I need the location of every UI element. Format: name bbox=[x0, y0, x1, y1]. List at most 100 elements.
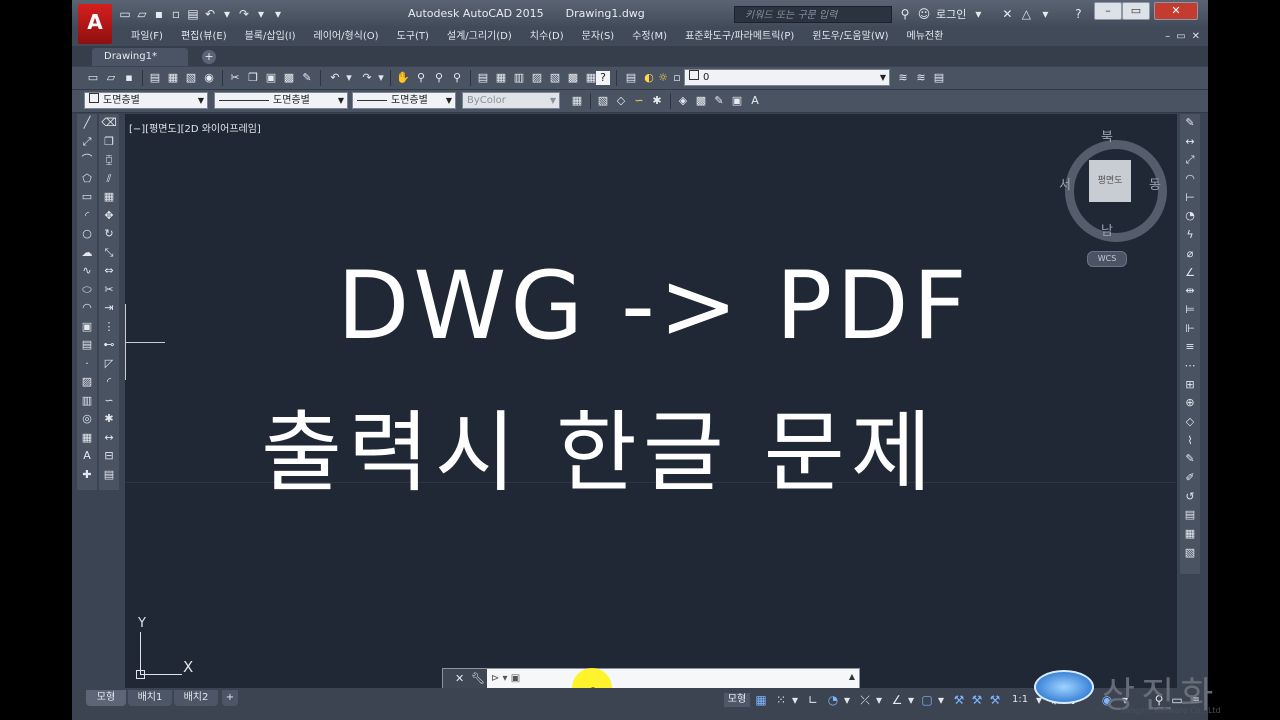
linetype-dropdown[interactable]: 도면층별 ▼ bbox=[214, 92, 348, 109]
annotation-scale-value[interactable]: 1:1 bbox=[1012, 692, 1028, 708]
wcs-menu[interactable]: WCS bbox=[1087, 251, 1127, 267]
hatch-icon[interactable]: ▨ bbox=[77, 373, 97, 392]
dropdown-icon[interactable]: ▾ bbox=[934, 692, 948, 708]
trim-icon[interactable]: ✂ bbox=[99, 281, 119, 300]
make-block-icon[interactable]: ▤ bbox=[77, 336, 97, 355]
make-current-layer-icon[interactable]: ≋ bbox=[896, 71, 910, 85]
ellipse-arc-icon[interactable]: ◠ bbox=[77, 299, 97, 318]
viewcube-top-face[interactable]: 평면도 bbox=[1089, 160, 1131, 202]
3d-print-icon[interactable]: ◉ bbox=[202, 71, 216, 85]
layer-freeze-icon[interactable]: ☼ bbox=[656, 71, 670, 85]
dimbreak-icon[interactable]: ⋯ bbox=[1180, 357, 1200, 376]
redo-dropdown-icon[interactable]: ▾ bbox=[254, 7, 268, 21]
undo-icon[interactable]: ↶ bbox=[328, 71, 342, 85]
dimedit-icon[interactable]: ✎ bbox=[1180, 450, 1200, 469]
compass-north[interactable]: 북 bbox=[1101, 126, 1113, 145]
calculator-icon[interactable]: ▩ bbox=[566, 71, 580, 85]
redo-icon[interactable]: ↷ bbox=[360, 71, 374, 85]
array-icon[interactable]: ▦ bbox=[99, 188, 119, 207]
revcloud-icon[interactable]: ☁ bbox=[77, 244, 97, 263]
region-icon[interactable]: ◎ bbox=[77, 410, 97, 429]
menu-tools[interactable]: 도구(T) bbox=[388, 28, 438, 46]
tool-palettes-icon[interactable]: ▥ bbox=[512, 71, 526, 85]
cut-icon[interactable]: ✂ bbox=[228, 71, 242, 85]
menu-file[interactable]: 파일(F) bbox=[122, 28, 172, 46]
menu-layer-format[interactable]: 레이어/형식(O) bbox=[305, 28, 388, 46]
color-dropdown[interactable]: 도면층별 ▼ bbox=[84, 92, 208, 109]
ortho-icon[interactable]: ∟ bbox=[806, 692, 820, 708]
quick-dimension-icon[interactable]: ⇹ bbox=[1180, 282, 1200, 301]
dropdown-icon[interactable]: ▾ bbox=[1038, 7, 1052, 21]
menu-parametric[interactable]: 표준화도구/파라메트릭(P) bbox=[676, 28, 803, 46]
layer-on-icon[interactable]: ◐ bbox=[642, 71, 656, 85]
hide-objects-icon[interactable]: ▩ bbox=[694, 94, 708, 108]
menu-modify[interactable]: 수정(M) bbox=[623, 28, 676, 46]
arc-length-icon[interactable]: ◠ bbox=[1180, 170, 1200, 189]
erase-icon[interactable]: ⌫ bbox=[99, 114, 119, 133]
rectangle-icon[interactable]: ▭ bbox=[77, 188, 97, 207]
autodesk-360-icon[interactable]: △ bbox=[1019, 7, 1033, 21]
publish-icon[interactable]: ▧ bbox=[184, 71, 198, 85]
polar-icon[interactable]: ◔ bbox=[826, 692, 840, 708]
object-snap-icon[interactable]: ▢ bbox=[920, 692, 934, 708]
add-selected-icon[interactable]: ✚ bbox=[77, 466, 97, 485]
doc-close-icon[interactable]: ✕ bbox=[1192, 28, 1200, 46]
gradient-icon[interactable]: ▥ bbox=[77, 392, 97, 411]
spline-icon[interactable]: ∿ bbox=[77, 262, 97, 281]
viewcube[interactable]: 평면도 북 남 서 동 bbox=[1059, 130, 1167, 242]
maximize-button[interactable]: ▭ bbox=[1122, 2, 1150, 20]
layer-off-icon[interactable]: ▧ bbox=[1180, 544, 1200, 563]
layer-properties-icon[interactable]: ▤ bbox=[624, 71, 638, 85]
mirror-icon[interactable]: ⧮ bbox=[99, 151, 119, 170]
plot-icon[interactable]: ▤ bbox=[148, 71, 162, 85]
text-style-icon[interactable]: A bbox=[748, 94, 762, 108]
undo-dropdown-icon[interactable]: ▾ bbox=[342, 71, 356, 85]
print-icon[interactable]: ▤ bbox=[186, 7, 200, 21]
circle-icon[interactable]: ○ bbox=[77, 225, 97, 244]
jogged-linear-icon[interactable]: ⌇ bbox=[1180, 432, 1200, 451]
command-prompt-icon[interactable]: ⊳ ▾ ▣ bbox=[491, 672, 520, 686]
doc-minimize-icon[interactable]: – bbox=[1165, 28, 1170, 46]
search-input[interactable]: 키워드 또는 구문 입력 bbox=[734, 6, 892, 23]
break-icon[interactable]: ⋮ bbox=[99, 318, 119, 337]
binoculars-icon[interactable]: ⚲ bbox=[898, 7, 912, 21]
menu-switch[interactable]: 메뉴전환 bbox=[898, 28, 953, 46]
plot-preview-icon[interactable]: ▦ bbox=[166, 71, 180, 85]
viewport-controls[interactable]: [−][평면도][2D 와이어프레임] bbox=[129, 120, 261, 135]
tab-layout2[interactable]: 배치2 bbox=[174, 690, 218, 706]
object-snap-tracking-icon[interactable]: ∠ bbox=[890, 692, 904, 708]
join-icon[interactable]: ⊷ bbox=[99, 336, 119, 355]
layer-previous-icon[interactable]: ≋ bbox=[914, 71, 928, 85]
dimension-update-icon[interactable]: ↺ bbox=[1180, 488, 1200, 507]
explode-icon[interactable]: ✱ bbox=[650, 94, 664, 108]
undo-dropdown-icon[interactable]: ▾ bbox=[220, 7, 234, 21]
mtext-icon[interactable]: A bbox=[77, 447, 97, 466]
chamfer-icon[interactable]: ◸ bbox=[99, 355, 119, 374]
save-icon[interactable]: ▪ bbox=[152, 7, 166, 21]
rotate-icon[interactable]: ↻ bbox=[99, 225, 119, 244]
new-file-icon[interactable]: ▭ bbox=[118, 7, 132, 21]
polygon-icon[interactable]: ⬠ bbox=[77, 170, 97, 189]
line-icon[interactable]: ╱ bbox=[77, 114, 97, 133]
zoom-realtime-icon[interactable]: ⚲ bbox=[414, 71, 428, 85]
isodraft-icon[interactable]: ⤫ bbox=[858, 692, 872, 708]
login-button[interactable]: 로그인 bbox=[936, 6, 966, 22]
menu-dimension[interactable]: 치수(D) bbox=[521, 28, 573, 46]
auto-scale-icon[interactable]: ⚒ bbox=[970, 692, 984, 708]
dropdown-icon[interactable]: ▾ bbox=[840, 692, 854, 708]
command-line[interactable]: ✕ 🔧︎ ⊳ ▾ ▣ ▲ bbox=[442, 668, 860, 690]
unisolate-icon[interactable]: ✎ bbox=[712, 94, 726, 108]
properties-icon[interactable]: ▤ bbox=[476, 71, 490, 85]
dimtedit-icon[interactable]: ✐ bbox=[1180, 469, 1200, 488]
layer-icon[interactable]: ▦ bbox=[1180, 525, 1200, 544]
tab-model[interactable]: 모형 bbox=[86, 690, 126, 706]
copy-icon[interactable]: ❐ bbox=[246, 71, 260, 85]
help-icon[interactable]: ? bbox=[1071, 7, 1085, 21]
snap-icon[interactable]: ⁙ bbox=[774, 692, 788, 708]
tab-drawing1[interactable]: Drawing1* bbox=[92, 48, 188, 66]
redo-dropdown-icon[interactable]: ▾ bbox=[374, 71, 388, 85]
polyline-icon[interactable]: ⌒ bbox=[77, 151, 97, 170]
open-icon[interactable]: ▱ bbox=[104, 71, 118, 85]
fillet-icon[interactable]: ◜ bbox=[99, 373, 119, 392]
menu-block-insert[interactable]: 블록/삽입(I) bbox=[236, 28, 305, 46]
